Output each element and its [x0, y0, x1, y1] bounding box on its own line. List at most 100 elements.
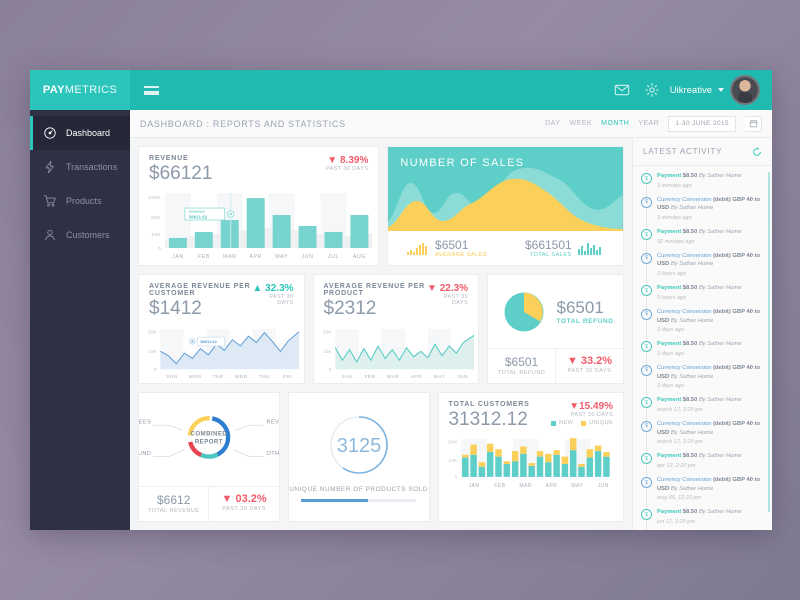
activity-item[interactable]: $ Currency Conversion (debit) GBP 40 to U…: [641, 308, 764, 333]
svg-text:JAN: JAN: [172, 254, 184, 260]
average-sales-label: AVERAGE SALES: [435, 252, 487, 258]
revenue-bar-chart[interactable]: 100K 50K 10K 0 revenue $6611.62 JAN FEB …: [139, 190, 378, 260]
number-of-sales-area-chart[interactable]: [388, 159, 623, 231]
page-title: DASHBOARD : REPORTS AND STATISTICS: [140, 118, 346, 129]
activity-item-timestamp: jun 12, 2:20 pm: [657, 519, 695, 526]
combined-report-donut-chart[interactable]: COMBINED REPORT FEES REVENUE: [139, 397, 279, 483]
activity-item[interactable]: $ Currency Conversion (debit) GBP 40 to U…: [641, 364, 764, 389]
gear-icon[interactable]: [644, 82, 660, 98]
svg-text:$6611.62: $6611.62: [189, 214, 208, 219]
activity-item[interactable]: $ Payment $8.50 By Sather Home 32 minutes …: [641, 228, 764, 245]
activity-item-body: Currency Conversion (debit) GBP 40 to US…: [657, 196, 764, 221]
svg-text:JUN: JUN: [457, 374, 468, 380]
sub-header: DASHBOARD : REPORTS AND STATISTICS DAY W…: [130, 110, 772, 138]
activity-item-timestamp: 3 days ago: [657, 350, 684, 357]
combined-footer: $6612 TOTAL REVENUE ▼ 03.2% PAST 30 DAYS: [139, 486, 279, 521]
activity-title: LATEST ACTIVITY: [643, 147, 723, 156]
user-icon: [45, 230, 55, 241]
svg-text:revenue: revenue: [189, 209, 206, 214]
arpp-delta: ▼ 22.3% PAST 30 DAYS: [427, 283, 468, 306]
revenue-card-titles: REVENUE $66121: [149, 155, 212, 186]
revenue-value: $66121: [149, 163, 213, 184]
activity-item-text: Payment $8.50 By Sather Home: [657, 453, 742, 460]
activity-item-body: Currency Conversion (debit) GBP 40 to US…: [657, 420, 764, 445]
activity-item[interactable]: $ Payment $8.50 By Sather Home apr 12, 2:2…: [641, 452, 764, 469]
svg-text:$6611.62: $6611.62: [200, 339, 217, 344]
sidebar-item-label: Transactions: [66, 162, 118, 172]
avg-revenue-per-product-card: AVERAGE REVENUE PER PRODUCT $2312 ▼ 22.3…: [312, 274, 480, 384]
activity-item-text: Payment $8.50 By Sather Home: [657, 229, 742, 236]
activity-item-text: Currency Conversion (debit) GBP 40 to US…: [657, 364, 760, 380]
activity-item-text: Currency Conversion (debit) GBP 40 to US…: [657, 477, 760, 492]
sidebar-item-label: Customers: [66, 230, 110, 240]
activity-item[interactable]: $ Payment $8.50 By Sather Home jun 12, 2:2…: [641, 508, 764, 525]
activity-list[interactable]: $ Payment $8.50 By Sather Home 3 minutes a…: [633, 166, 772, 530]
activity-item-text: Payment $8.50 By Sather Home: [657, 173, 742, 179]
hamburger-icon: [143, 85, 159, 95]
date-range-input[interactable]: 1-30 JUNE 2015: [668, 115, 736, 132]
svg-text:0: 0: [329, 367, 332, 372]
calendar-button[interactable]: [745, 115, 762, 132]
activity-item[interactable]: $ Payment $8.50 By Sather Home 5 hours ago: [641, 284, 764, 301]
arpc-line-chart[interactable]: 50K 10K 0 $6611.62 SUN MON TUE WED THU F…: [139, 325, 304, 383]
filter-week[interactable]: WEEK: [569, 120, 592, 127]
user-menu[interactable]: Uikreative: [670, 70, 772, 110]
activity-item[interactable]: $ Currency Conversion (debit) GBP 40 to U…: [641, 420, 764, 445]
main-content: DASHBOARD : REPORTS AND STATISTICS DAY W…: [130, 110, 772, 530]
svg-text:WED: WED: [235, 374, 248, 380]
filter-year[interactable]: YEAR: [638, 120, 659, 127]
refund-pie-chart[interactable]: [498, 286, 550, 338]
svg-text:0: 0: [154, 367, 157, 372]
unique-products-card: 3125 UNIQUE NUMBER OF PRODUCTS SOLD: [287, 392, 430, 522]
customers-value: 31312.12: [448, 409, 528, 430]
dollar-icon: $: [641, 477, 652, 488]
unique-products-ring-chart[interactable]: 3125: [326, 412, 392, 478]
svg-text:MON: MON: [189, 374, 202, 380]
sidebar-item-label: Products: [66, 196, 102, 206]
svg-text:0: 0: [454, 475, 457, 480]
arpc-header: AVERAGE REVENUE PER CUSTOMER $1412 ▲ 32.…: [139, 275, 304, 325]
speedometer-icon: [44, 127, 56, 139]
activity-item-body: Payment $8.50 By Sather Home apr 12, 2:20…: [657, 452, 741, 469]
arpp-header: AVERAGE REVENUE PER PRODUCT $2312 ▼ 22.3…: [314, 275, 479, 325]
activity-item[interactable]: $ Currency Conversion (debit) GBP 40 to U…: [641, 476, 764, 501]
refresh-icon[interactable]: [752, 146, 762, 157]
activity-item[interactable]: $ Currency Conversion (debit) GBP 40 to U…: [641, 196, 764, 221]
activity-scrollbar[interactable]: [768, 172, 770, 512]
refund-footer: $6501 TOTAL REFUND ▼ 33.2% PAST 30 DAYS: [488, 348, 623, 383]
svg-text:MAR: MAR: [387, 374, 399, 380]
legend-item-new: NEW: [551, 420, 573, 426]
number-of-sales-card: NUMBER OF SALES $6501 AVERAGE SALES $661…: [387, 146, 624, 266]
filter-month[interactable]: MONTH: [601, 120, 629, 127]
total-customers-bar-chart[interactable]: 50K 10K 0 JAN FEB MAR APR MAY JUN: [439, 436, 623, 492]
arpp-titles: AVERAGE REVENUE PER PRODUCT $2312: [324, 283, 427, 321]
dollar-icon: $: [641, 196, 652, 208]
customers-delta-value: ▼15.49%: [569, 401, 614, 412]
activity-item[interactable]: $ Payment $8.50 By Sather Home march 12, 2…: [641, 396, 764, 413]
sidebar-item-products[interactable]: Products: [30, 184, 130, 218]
sidebar-item-customers[interactable]: Customers: [30, 218, 130, 252]
combined-total-label: TOTAL REVENUE: [147, 508, 200, 514]
filter-day[interactable]: DAY: [545, 120, 560, 127]
sidebar-item-label: Dashboard: [66, 128, 111, 138]
refund-total-block: $6501 TOTAL REFUND: [488, 349, 555, 383]
sidebar-item-transactions[interactable]: Transactions: [30, 150, 130, 184]
activity-item[interactable]: $ Currency Conversion (debit) GBP 40 to U…: [641, 252, 764, 277]
svg-text:JAN: JAN: [468, 483, 479, 489]
svg-text:JUN: JUN: [301, 254, 313, 260]
sidebar-item-dashboard[interactable]: Dashboard: [30, 116, 130, 150]
activity-item[interactable]: $ Payment $8.50 By Sather Home 3 minutes a…: [641, 172, 764, 189]
avatar[interactable]: [730, 75, 760, 105]
brand-logo[interactable]: PAY METRICS: [30, 70, 130, 110]
brand-logo-bold: PAY: [42, 84, 65, 96]
svg-text:50K: 50K: [448, 440, 458, 445]
mail-icon[interactable]: [614, 82, 630, 98]
svg-text:AUG: AUG: [353, 254, 366, 260]
unique-products-progress-bar[interactable]: [301, 499, 416, 502]
activity-item[interactable]: $ Payment $8.50 By Sather Home 3 days ago: [641, 340, 764, 357]
menu-toggle-button[interactable]: [130, 70, 172, 110]
refund-total-label: TOTAL REFUND: [497, 370, 546, 376]
number-of-sales-footer: $6501 AVERAGE SALES $661501 TOTAL SALES: [388, 231, 623, 265]
arpp-line-chart[interactable]: 50K 10K 0 JAN FEB MAR APR MAY JUN: [314, 325, 479, 383]
svg-text:APR: APR: [545, 483, 557, 489]
